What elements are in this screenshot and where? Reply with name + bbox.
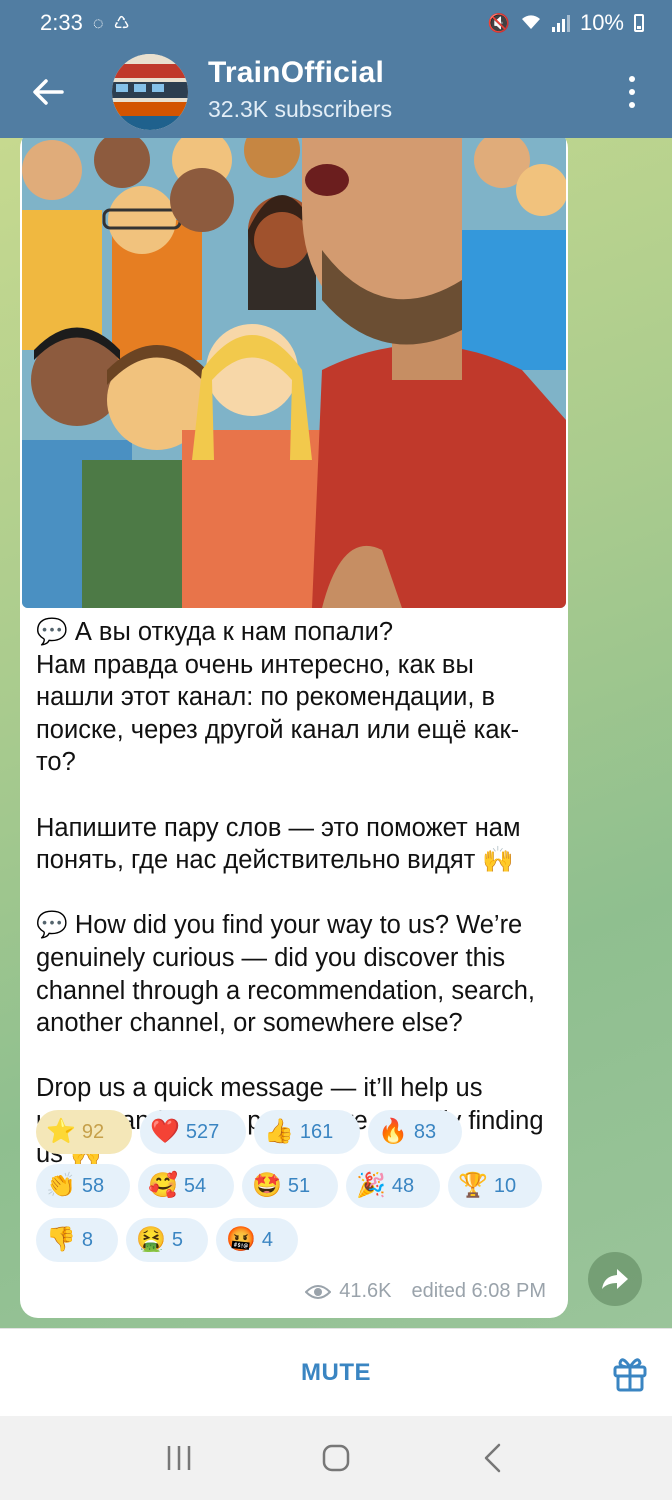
wifi-icon (520, 13, 542, 34)
reaction-vomit[interactable]: 🤮 5 (126, 1218, 208, 1262)
reaction-star[interactable]: ⭐ 92 (36, 1110, 132, 1154)
home-icon (322, 1444, 350, 1472)
reaction-thumbs-up[interactable]: 👍 161 (254, 1110, 360, 1154)
reaction-count: 51 (287, 1174, 311, 1197)
message-photo[interactable] (22, 138, 566, 608)
channel-avatar[interactable] (112, 54, 188, 130)
more-vertical-icon (629, 75, 635, 82)
reaction-row: 👏 58 🥰 54 🤩 51 🎉 48 🏆 10 (36, 1164, 556, 1208)
reaction-count: 48 (391, 1174, 415, 1197)
trophy-icon: 🏆 (458, 1172, 488, 1199)
vomit-face-icon: 🤮 (136, 1226, 166, 1253)
battery-percent: 10% (579, 10, 624, 35)
heart-icon: ❤️ (150, 1118, 180, 1145)
reaction-count: 54 (183, 1174, 207, 1197)
thumbs-up-icon: 👍 (264, 1118, 294, 1145)
bottom-bar: MUTE (0, 1328, 672, 1417)
back-nav-icon (485, 1443, 501, 1473)
message-text: 💬 А вы откуда к нам попали? Нам правда о… (36, 616, 556, 1170)
message-paragraph-ru-1: 💬 А вы откуда к нам попали? Нам правда о… (36, 618, 520, 777)
message-paragraph-en-1: 💬 How did you find your way to us? We’re… (36, 911, 543, 1038)
star-icon: ⭐ (46, 1118, 76, 1145)
message-paragraph-ru-2: Напишите пару слов — это поможет нам пон… (36, 813, 528, 875)
reaction-thumbs-down[interactable]: 👎 8 (36, 1218, 118, 1262)
reaction-row: 👎 8 🤮 5 🤬 4 (36, 1218, 556, 1262)
message-meta: 41.6K edited 6:08 PM (305, 1280, 546, 1303)
reactions: ⭐ 92 ❤️ 527 👍 161 🔥 83 👏 58 🥰 54 🤩 51 🎉 … (36, 1110, 556, 1272)
reaction-count: 58 (81, 1174, 105, 1197)
reaction-count: 83 (413, 1120, 437, 1143)
channel-title: TrainOfficial (208, 56, 384, 89)
status-bar: 2:33 ◌ ♺ 🔇 10% (0, 0, 672, 46)
star-struck-icon: 🤩 (252, 1172, 282, 1199)
reaction-row: ⭐ 92 ❤️ 527 👍 161 🔥 83 (36, 1110, 556, 1154)
reaction-trophy[interactable]: 🏆 10 (448, 1164, 542, 1208)
fire-icon: 🔥 (378, 1118, 408, 1145)
message-bubble[interactable]: 💬 А вы откуда к нам попали? Нам правда о… (20, 138, 568, 1318)
reaction-party[interactable]: 🎉 48 (346, 1164, 440, 1208)
mute-button[interactable]: MUTE (0, 1329, 672, 1417)
back-button[interactable] (30, 74, 66, 110)
reaction-count: 8 (81, 1228, 94, 1251)
reaction-count: 10 (493, 1174, 517, 1197)
recycle-notification-icon: ♺ (113, 13, 130, 33)
reaction-count: 4 (261, 1228, 274, 1251)
gift-button[interactable] (610, 1353, 650, 1393)
recent-apps-button[interactable] (149, 1428, 209, 1488)
whatsapp-notification-icon: ◌ (92, 13, 104, 33)
home-button[interactable] (306, 1428, 366, 1488)
chat-header: TrainOfficial 32.3K subscribers (0, 46, 672, 138)
recent-apps-icon (167, 1446, 190, 1470)
reaction-count: 527 (185, 1120, 220, 1143)
reaction-fire[interactable]: 🔥 83 (368, 1110, 462, 1154)
reaction-heart[interactable]: ❤️ 527 (140, 1110, 246, 1154)
reaction-count: 161 (299, 1120, 334, 1143)
eye-icon (305, 1284, 332, 1299)
reaction-clap[interactable]: 👏 58 (36, 1164, 130, 1208)
signal-icon (551, 14, 570, 32)
smiling-hearts-icon: 🥰 (148, 1172, 178, 1199)
subscriber-count: 32.3K subscribers (208, 96, 393, 122)
share-icon (602, 1269, 628, 1289)
reaction-star-struck[interactable]: 🤩 51 (242, 1164, 338, 1208)
mute-icon: 🔇 (487, 13, 510, 33)
reaction-smiling-hearts[interactable]: 🥰 54 (138, 1164, 234, 1208)
status-left: 2:33 ◌ ♺ (40, 10, 130, 36)
status-time: 2:33 (40, 10, 83, 35)
share-button[interactable] (588, 1252, 642, 1306)
gift-icon (613, 1358, 647, 1392)
party-popper-icon: 🎉 (356, 1172, 386, 1199)
battery-icon (634, 14, 644, 32)
reaction-count: 92 (81, 1120, 105, 1143)
thumbs-down-icon: 👎 (46, 1226, 76, 1253)
status-right: 🔇 10% (488, 10, 644, 36)
back-nav-button[interactable] (463, 1428, 523, 1488)
view-count: 41.6K (339, 1280, 392, 1302)
edited-time: edited 6:08 PM (411, 1280, 546, 1302)
chat-background: 💬 А вы откуда к нам попали? Нам правда о… (0, 138, 672, 1328)
system-nav-bar (0, 1416, 672, 1500)
reaction-cursing[interactable]: 🤬 4 (216, 1218, 298, 1262)
more-options-button[interactable] (620, 72, 644, 112)
reaction-count: 5 (171, 1228, 184, 1251)
back-arrow-icon (33, 79, 64, 105)
clap-icon: 👏 (46, 1172, 76, 1199)
cursing-face-icon: 🤬 (226, 1226, 256, 1253)
